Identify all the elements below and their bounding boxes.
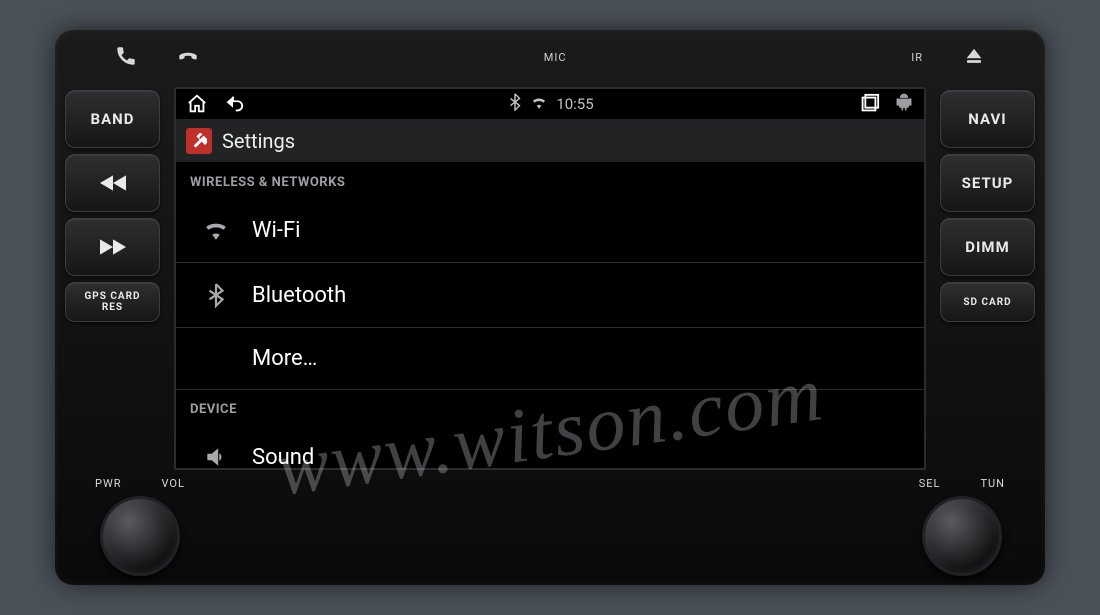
vol-label: VOL: [161, 477, 184, 490]
wifi-icon: [202, 216, 230, 244]
wifi-label: Wi-Fi: [252, 218, 300, 243]
status-wifi-icon: [530, 95, 548, 113]
sound-icon: [202, 443, 230, 468]
tun-label: TUN: [980, 477, 1005, 490]
next-track-button[interactable]: [65, 218, 160, 276]
recents-icon[interactable]: [858, 93, 880, 115]
android-icon: [894, 92, 914, 116]
pwr-label: PWR: [95, 477, 121, 490]
settings-app-icon: [186, 128, 212, 154]
home-icon[interactable]: [186, 93, 208, 115]
setup-button[interactable]: SETUP: [940, 154, 1035, 212]
head-unit-bezel: MIC IR BAND GPS CARDRES: [55, 30, 1045, 585]
navi-button[interactable]: NAVI: [940, 90, 1035, 148]
mic-label: MIC: [544, 51, 567, 64]
bluetooth-icon: [202, 281, 230, 309]
eject-icon[interactable]: [963, 45, 985, 71]
band-button[interactable]: BAND: [65, 90, 160, 148]
status-bluetooth-icon: [508, 93, 522, 115]
section-header-wireless: WIRELESS & NETWORKS: [176, 163, 924, 198]
top-strip: MIC IR: [55, 30, 1045, 85]
ir-label: IR: [911, 51, 923, 64]
android-status-bar: 10:55: [176, 89, 924, 119]
dimm-button[interactable]: DIMM: [940, 218, 1035, 276]
more-row[interactable]: More…: [176, 328, 924, 390]
right-button-column: NAVI SETUP DIMM SD CARD: [930, 85, 1045, 470]
settings-list[interactable]: WIRELESS & NETWORKS Wi-Fi Bluetooth More…: [176, 163, 924, 468]
sound-label: Sound: [252, 445, 314, 469]
tune-knob[interactable]: [922, 496, 1002, 576]
lcd-screen: 10:55 Settings WIRELESS & NE: [174, 87, 926, 470]
more-label: More…: [252, 346, 317, 371]
status-time: 10:55: [556, 95, 593, 113]
phone-pickup-icon[interactable]: [115, 45, 137, 71]
wifi-row[interactable]: Wi-Fi: [176, 198, 924, 263]
volume-knob[interactable]: [100, 496, 180, 576]
knob-row: PWR VOL SEL TUN: [55, 470, 1045, 585]
settings-header: Settings: [176, 119, 924, 163]
sd-card-button[interactable]: SD CARD: [940, 282, 1035, 322]
sel-label: SEL: [919, 477, 941, 490]
bluetooth-row[interactable]: Bluetooth: [176, 263, 924, 328]
left-button-column: BAND GPS CARDRES: [55, 85, 170, 470]
sound-row[interactable]: Sound: [176, 425, 924, 468]
section-header-device: DEVICE: [176, 390, 924, 425]
gps-card-res-button[interactable]: GPS CARDRES: [65, 282, 160, 322]
settings-title: Settings: [222, 129, 295, 153]
bluetooth-label: Bluetooth: [252, 283, 346, 308]
prev-track-button[interactable]: [65, 154, 160, 212]
phone-hangup-icon[interactable]: [177, 45, 199, 71]
back-icon[interactable]: [222, 93, 244, 115]
